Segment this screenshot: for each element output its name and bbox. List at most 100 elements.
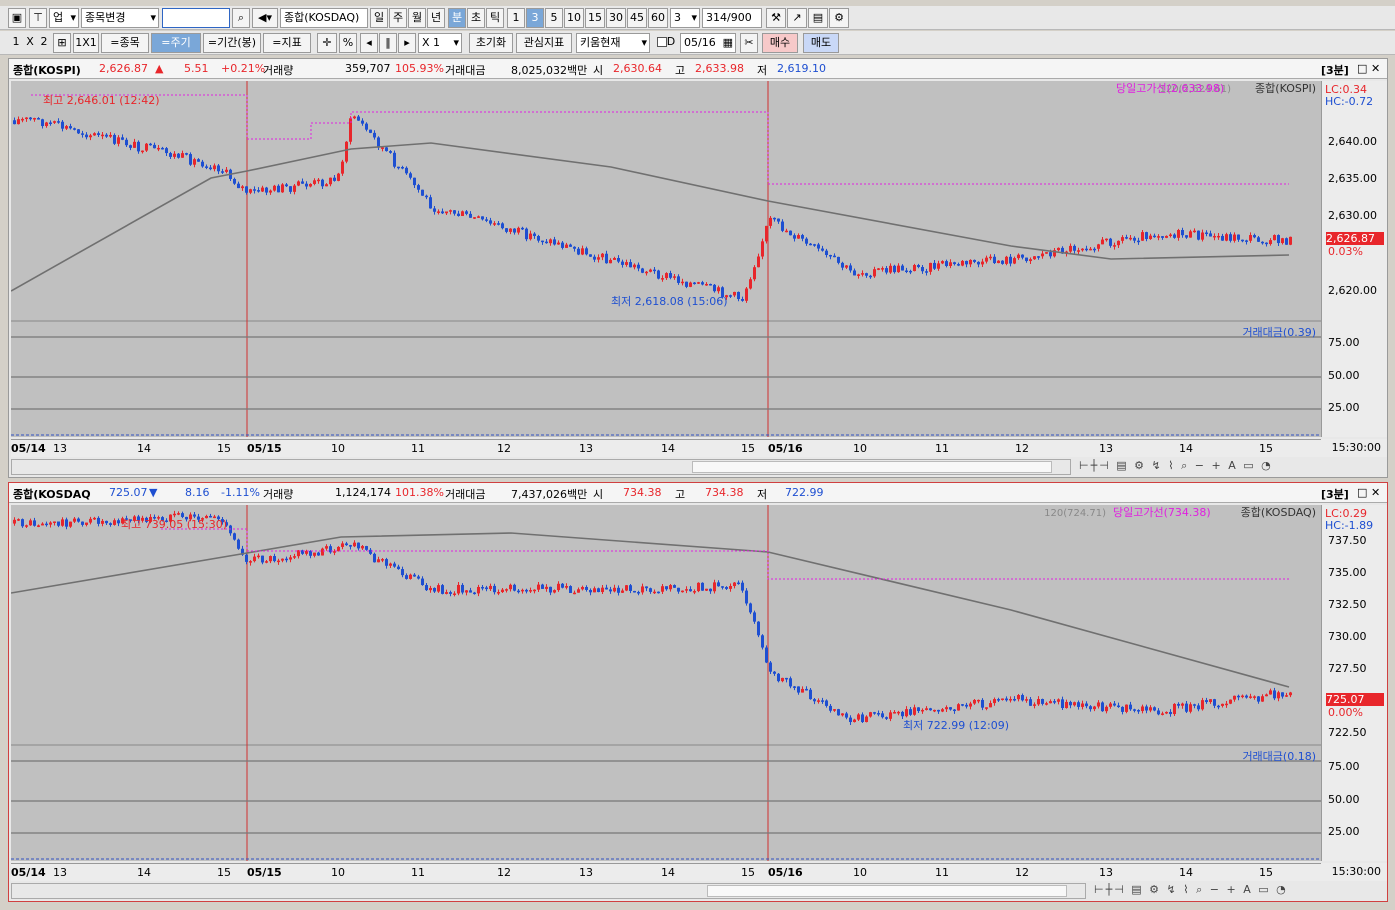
next-icon[interactable]: ▸ bbox=[398, 33, 416, 53]
minute-1[interactable]: 1 bbox=[507, 8, 525, 28]
scroll-thumb[interactable] bbox=[707, 885, 1067, 897]
candle-body bbox=[737, 582, 740, 585]
minute-5[interactable]: 5 bbox=[545, 8, 563, 28]
candle-body bbox=[621, 590, 624, 593]
panel-name[interactable]: 종합(KOSPI) bbox=[13, 62, 81, 78]
x-axis-label: 05/15 bbox=[247, 866, 282, 879]
tab-day[interactable]: 일 bbox=[370, 8, 388, 28]
close-icon[interactable]: ✕ bbox=[1371, 486, 1380, 499]
minute-60[interactable]: 60 bbox=[648, 8, 668, 28]
candle-body bbox=[977, 699, 980, 702]
save-icon[interactable]: ▤ bbox=[808, 8, 828, 28]
gear-icon[interactable]: ⚙ bbox=[829, 8, 849, 28]
series-legend: 종합(KOSDAQ) bbox=[1241, 506, 1316, 519]
date-field[interactable]: 05/16 ▦ bbox=[680, 33, 736, 53]
candle-body bbox=[281, 184, 284, 193]
bar-count-field[interactable]: 314/900 bbox=[702, 8, 762, 28]
window-icon[interactable]: ▣ bbox=[8, 8, 26, 28]
candle-body bbox=[745, 288, 748, 301]
scissors-icon[interactable]: ✂ bbox=[740, 33, 758, 53]
candle-body bbox=[801, 235, 804, 239]
candle-body bbox=[161, 147, 164, 150]
pin-icon[interactable]: ⊤ bbox=[29, 8, 47, 28]
tab-minute[interactable]: 분 bbox=[448, 8, 466, 28]
layout-1x1-button[interactable]: 1X1 bbox=[73, 33, 99, 53]
buy-button[interactable]: 매수 bbox=[762, 33, 798, 53]
candle-body bbox=[837, 709, 840, 716]
d-checkbox[interactable]: D bbox=[654, 33, 678, 53]
prev-icon[interactable]: ◂ bbox=[360, 33, 378, 53]
x-axis-label: 05/16 bbox=[768, 866, 803, 879]
candle-body bbox=[897, 265, 900, 273]
kiwoom-select[interactable]: 키움현재 ▾ bbox=[576, 33, 650, 53]
candle-body bbox=[881, 268, 884, 270]
candle-body bbox=[473, 592, 476, 595]
tab-year[interactable]: 년 bbox=[427, 8, 445, 28]
multiplier-select[interactable]: X 1 ▾ bbox=[418, 33, 462, 53]
category-select[interactable]: 업 ▾ bbox=[49, 8, 79, 28]
candle-body bbox=[189, 154, 192, 165]
minute-10[interactable]: 10 bbox=[564, 8, 584, 28]
layout-1[interactable]: 1 bbox=[10, 33, 22, 53]
candle-body bbox=[917, 707, 920, 712]
candle-body bbox=[489, 585, 492, 590]
speaker-icon[interactable]: ◀▾ bbox=[252, 8, 278, 28]
kospi-price-chart[interactable]: 120(2,624.61) 당일고가선(2,633.98) 종합(KOSPI) … bbox=[10, 81, 1321, 441]
code-input[interactable]: 101 bbox=[162, 8, 230, 28]
tab-month[interactable]: 월 bbox=[408, 8, 426, 28]
scroll-thumb[interactable] bbox=[692, 461, 1052, 473]
panel-name[interactable]: 종합(KOSDAQ bbox=[13, 486, 91, 502]
tab-second[interactable]: 초 bbox=[467, 8, 485, 28]
minute-30[interactable]: 30 bbox=[606, 8, 626, 28]
candle-body bbox=[177, 153, 180, 158]
kospi-scrollbar[interactable] bbox=[11, 459, 1071, 475]
close-icon[interactable]: ✕ bbox=[1371, 62, 1380, 75]
maximize-icon[interactable]: □ bbox=[1357, 486, 1367, 499]
stock-change-select[interactable]: 종목변경 ▾ bbox=[81, 8, 159, 28]
range-button[interactable]: =기간(봉) bbox=[203, 33, 261, 53]
stock-button[interactable]: =종목 bbox=[101, 33, 149, 53]
candle-body bbox=[945, 707, 948, 710]
percent-button[interactable]: % bbox=[339, 33, 357, 53]
calendar-icon[interactable]: ▦ bbox=[723, 34, 733, 52]
trendline-icon[interactable]: ↗ bbox=[787, 8, 807, 28]
tab-week[interactable]: 주 bbox=[389, 8, 407, 28]
minute-3[interactable]: 3 bbox=[526, 8, 544, 28]
chevron-down-icon: ▾ bbox=[453, 36, 459, 49]
candle-body bbox=[753, 612, 756, 622]
kosdaq-price-chart[interactable]: 120(724.71) 당일고가선(734.38) 종합(KOSDAQ) 최고 … bbox=[10, 505, 1321, 865]
grid-icon[interactable]: ⊞ bbox=[53, 33, 71, 53]
indicator-button[interactable]: =지표 bbox=[263, 33, 311, 53]
interval-select[interactable]: 3 ▾ bbox=[670, 8, 700, 28]
candle-body bbox=[1273, 235, 1276, 241]
period-button[interactable]: =주기 bbox=[151, 33, 201, 53]
candle-body bbox=[269, 556, 272, 562]
chart-tool-icons[interactable]: ⊢┼⊣ ▤ ⚙ ↯ ⌇ ⌕ − + A ▭ ◔ bbox=[1079, 459, 1389, 475]
reset-button[interactable]: 초기화 bbox=[469, 33, 513, 53]
x-axis-label: 13 bbox=[53, 442, 67, 455]
maximize-icon[interactable]: □ bbox=[1357, 62, 1367, 75]
candle-body bbox=[833, 255, 836, 258]
candle-body bbox=[17, 519, 20, 521]
candle-body bbox=[353, 116, 356, 119]
candle-body bbox=[733, 582, 736, 587]
pause-icon[interactable]: ‖ bbox=[379, 33, 397, 53]
candle-body bbox=[1073, 702, 1076, 706]
sell-button[interactable]: 매도 bbox=[803, 33, 839, 53]
tools-icon[interactable]: ⚒ bbox=[766, 8, 786, 28]
checkbox-box[interactable] bbox=[656, 37, 667, 47]
minute-45[interactable]: 45 bbox=[627, 8, 647, 28]
layout-2[interactable]: 2 bbox=[38, 33, 50, 53]
minute-15[interactable]: 15 bbox=[585, 8, 605, 28]
tab-tick[interactable]: 틱 bbox=[486, 8, 504, 28]
sub-legend: 거래대금(0.39) bbox=[1242, 326, 1316, 339]
y-tick: 737.50 bbox=[1328, 534, 1367, 547]
kosdaq-scrollbar[interactable] bbox=[11, 883, 1086, 899]
candle-body bbox=[957, 704, 960, 711]
watch-indicator-button[interactable]: 관심지표 bbox=[516, 33, 572, 53]
crosshair-icon[interactable]: ✛ bbox=[317, 33, 337, 53]
candle-body bbox=[49, 522, 52, 525]
search-icon[interactable]: ⌕ bbox=[232, 8, 250, 28]
candle-body bbox=[1121, 706, 1124, 712]
chart-tool-icons[interactable]: ⊢┼⊣ ▤ ⚙ ↯ ⌇ ⌕ − + A ▭ ◔ bbox=[1094, 883, 1395, 899]
